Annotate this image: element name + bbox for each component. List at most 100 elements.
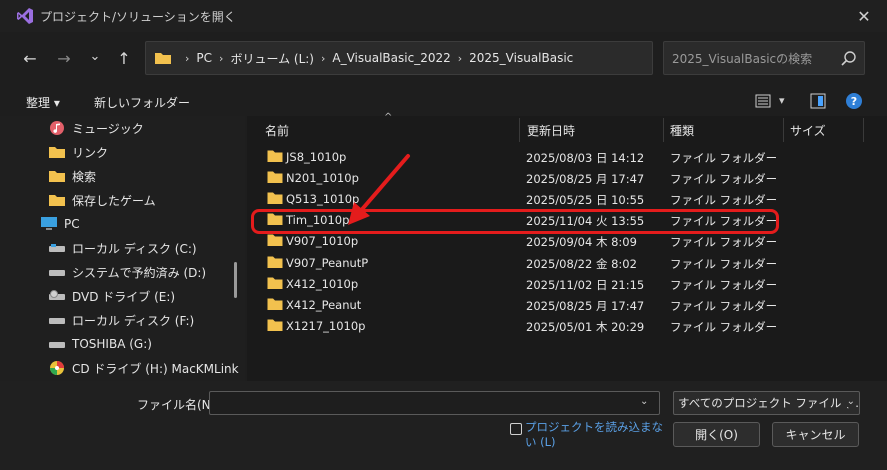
sidebar-item-drive-h[interactable]: CD ドライブ (H:) MacKMLink xyxy=(48,356,239,380)
file-type: ファイル フォルダー xyxy=(670,235,778,250)
organize-button[interactable]: 整理 ▾ xyxy=(26,94,60,111)
file-name: V907_1010p xyxy=(286,234,359,249)
preview-pane-icon[interactable] xyxy=(810,93,826,109)
table-row[interactable]: X1217_1010p 2025/05/01 木 20:29 ファイル フォルダー xyxy=(247,316,787,337)
navigation-pane-scrollbar[interactable] xyxy=(234,262,237,298)
sidebar-item-label: PC xyxy=(64,217,80,231)
sidebar-item-label: 保存したゲーム xyxy=(72,193,156,208)
file-date: 2025/08/25 月 17:47 xyxy=(526,298,645,313)
usb-drive-icon xyxy=(48,336,66,352)
sidebar-item-drive-d[interactable]: システムで予約済み (D:) xyxy=(48,260,206,284)
drive-icon xyxy=(48,240,66,256)
chevron-down-icon[interactable]: ⌄ xyxy=(640,396,648,407)
sidebar-item-searches[interactable]: 検索 xyxy=(48,164,96,188)
sidebar-item-links[interactable]: リンク xyxy=(48,140,108,164)
folder-icon xyxy=(48,192,66,208)
table-row[interactable]: Q513_1010p 2025/05/25 日 10:55 ファイル フォルダー xyxy=(247,189,787,210)
file-type: ファイル フォルダー xyxy=(670,151,778,165)
cd-icon xyxy=(48,360,66,376)
folder-icon xyxy=(48,144,66,160)
forward-button[interactable]: → xyxy=(52,46,76,70)
folder-icon xyxy=(267,298,283,310)
file-type: ファイル フォルダー xyxy=(670,256,778,271)
up-button[interactable]: ↑ xyxy=(112,46,136,70)
sidebar-item-music[interactable]: ミュージック xyxy=(48,116,144,140)
folder-icon xyxy=(267,171,283,184)
table-row[interactable]: V907_1010p 2025/09/04 木 8:09 ファイル フォルダー xyxy=(247,231,787,252)
sidebar-item-pc[interactable]: PC xyxy=(40,212,80,236)
recent-locations-button[interactable]: ⌄ xyxy=(83,44,107,68)
window-title: プロジェクト/ソリューションを開く xyxy=(40,10,236,24)
sidebar-item-label: CD ドライブ (H:) MacKMLink xyxy=(72,361,239,376)
search-icon[interactable] xyxy=(840,50,858,68)
breadcrumb-separator: › xyxy=(185,51,190,65)
table-row[interactable]: X412_1010p 2025/11/02 日 21:15 ファイル フォルダー xyxy=(247,274,787,295)
sidebar-item-label: TOSHIBA (G:) xyxy=(72,337,152,351)
new-folder-button[interactable]: 新しいフォルダー xyxy=(94,94,190,111)
sidebar-item-drive-e[interactable]: DVD ドライブ (E:) xyxy=(48,284,175,308)
cancel-button[interactable]: キャンセル xyxy=(772,422,859,447)
search-input[interactable] xyxy=(672,49,842,69)
table-row[interactable]: X412_Peanut 2025/08/25 月 17:47 ファイル フォルダー xyxy=(247,295,787,316)
column-header-date[interactable]: 更新日時 xyxy=(527,116,575,144)
file-date: 2025/05/01 木 20:29 xyxy=(526,319,645,334)
file-type: ファイル フォルダー xyxy=(670,193,778,208)
chevron-down-icon: ⌄ xyxy=(844,396,855,407)
column-separator[interactable] xyxy=(863,118,864,142)
column-header-type[interactable]: 種類 xyxy=(670,116,694,144)
sidebar-item-label: ローカル ディスク (F:) xyxy=(72,313,195,328)
file-date: 2025/08/25 月 17:47 xyxy=(526,172,645,187)
breadcrumb-a-visualbasic[interactable]: A_VisualBasic_2022 xyxy=(332,51,450,65)
breadcrumb-volume[interactable]: ボリューム (L:) xyxy=(230,50,314,67)
file-name: X1217_1010p xyxy=(286,318,366,333)
folder-icon xyxy=(267,234,283,247)
file-date: 2025/09/04 木 8:09 xyxy=(526,235,637,250)
address-bar[interactable]: › PC › ボリューム (L:) › A_VisualBasic_2022 ›… xyxy=(145,41,653,75)
column-separator[interactable] xyxy=(783,118,784,142)
column-separator[interactable] xyxy=(663,118,664,142)
sidebar-item-drive-g[interactable]: TOSHIBA (G:) xyxy=(48,332,152,356)
column-separator[interactable] xyxy=(519,118,520,142)
breadcrumb-separator: › xyxy=(320,51,326,65)
breadcrumb-2025-visualbasic[interactable]: 2025_VisualBasic xyxy=(469,51,573,65)
view-dropdown-button[interactable]: ▾ xyxy=(779,94,785,107)
file-type: ファイル フォルダー xyxy=(670,172,778,187)
table-row[interactable]: JS8_1010p 2025/08/03 日 14:12 ファイル フォルダー xyxy=(247,147,787,168)
folder-icon xyxy=(267,192,283,205)
search-box[interactable] xyxy=(663,41,865,75)
breadcrumb-pc[interactable]: PC xyxy=(196,51,212,65)
file-name: X412_Peanut xyxy=(286,297,362,312)
filename-label: ファイル名(N): xyxy=(137,398,220,412)
file-date: 2025/08/03 日 14:12 xyxy=(526,151,645,165)
sidebar-item-label: リンク xyxy=(72,145,109,160)
sidebar-item-label: 検索 xyxy=(72,169,97,184)
file-type-select[interactable]: すべてのプロジェクト ファイル (*.sln;* ⌄ xyxy=(673,391,860,415)
help-icon[interactable]: ? xyxy=(846,93,862,109)
sidebar-item-drive-c[interactable]: ローカル ディスク (C:) xyxy=(48,236,197,260)
table-row[interactable]: V907_PeanutP 2025/08/22 金 8:02 ファイル フォルダー xyxy=(247,253,787,274)
no-load-label[interactable]: プロジェクトを読み込まない (L) xyxy=(525,420,665,450)
close-button[interactable]: ✕ xyxy=(852,4,876,28)
breadcrumb-separator: › xyxy=(219,51,224,65)
file-type: ファイル フォルダー xyxy=(670,319,778,334)
file-date: 2025/08/22 金 8:02 xyxy=(526,256,637,271)
pc-icon xyxy=(40,216,58,232)
view-details-icon[interactable] xyxy=(755,94,771,108)
open-button[interactable]: 開く(O) xyxy=(673,422,760,447)
back-button[interactable]: ← xyxy=(18,46,42,70)
no-load-checkbox[interactable] xyxy=(510,423,522,435)
filename-input[interactable] xyxy=(209,391,660,415)
column-header-size[interactable]: サイズ xyxy=(790,116,826,144)
sidebar-item-saved-games[interactable]: 保存したゲーム xyxy=(48,188,156,212)
folder-icon xyxy=(155,53,171,64)
file-name: X412_1010p xyxy=(286,276,359,291)
sort-indicator-icon: ^ xyxy=(384,112,393,123)
file-date: 2025/11/02 日 21:15 xyxy=(526,277,645,292)
table-row[interactable]: N201_1010p 2025/08/25 月 17:47 ファイル フォルダー xyxy=(247,168,787,189)
column-header-name[interactable]: 名前 xyxy=(265,116,289,144)
breadcrumb-separator: › xyxy=(457,51,463,65)
visual-studio-icon xyxy=(17,8,33,24)
highlight-annotation xyxy=(251,209,779,234)
sidebar-item-drive-f[interactable]: ローカル ディスク (F:) xyxy=(48,308,194,332)
folder-icon xyxy=(48,168,66,184)
